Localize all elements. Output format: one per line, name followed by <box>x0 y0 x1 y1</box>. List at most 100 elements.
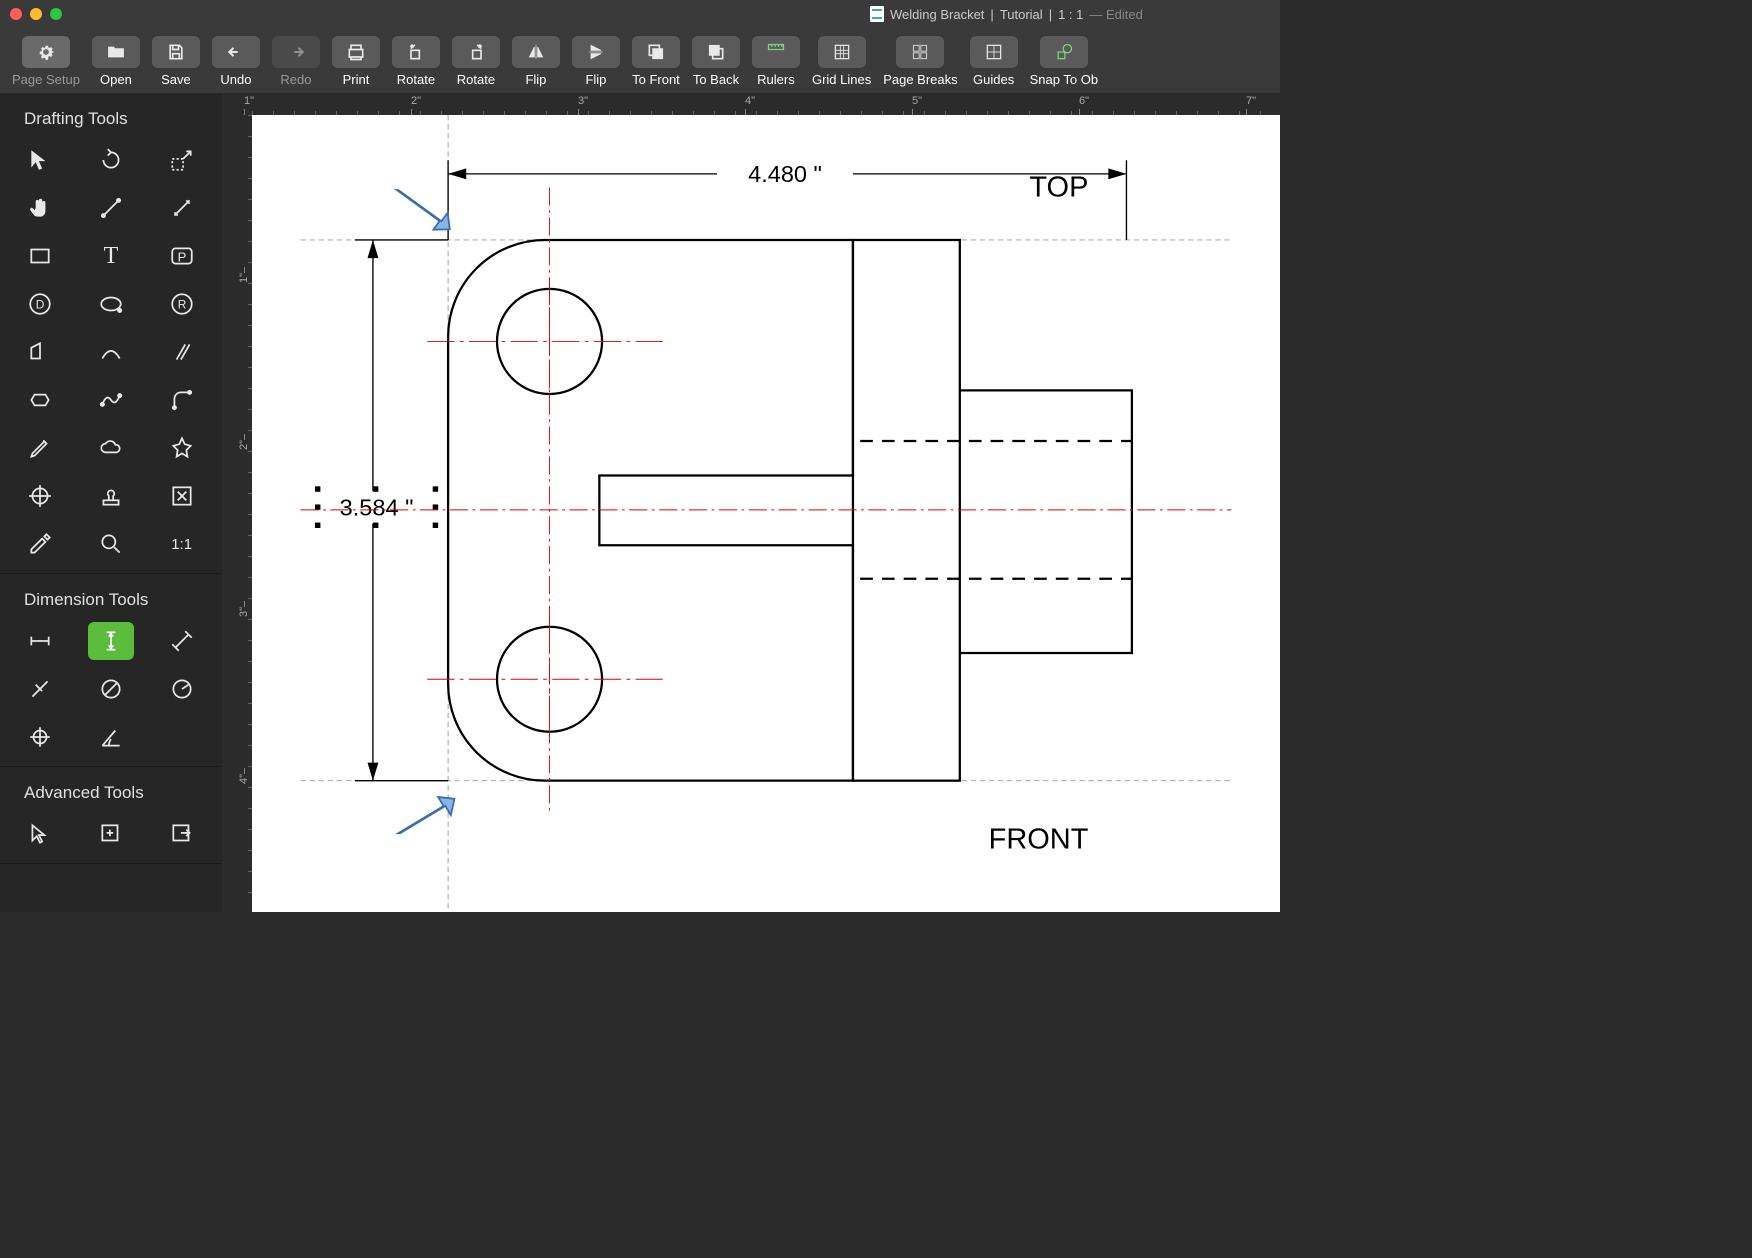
dim-angle-tool[interactable] <box>88 718 134 756</box>
dim-horizontal-tool[interactable] <box>17 622 63 660</box>
to-front-button[interactable] <box>632 36 680 68</box>
title-scale: 1 : 1 <box>1058 7 1083 22</box>
undo-label: Undo <box>220 72 251 87</box>
circle-d-tool[interactable]: D <box>17 285 63 323</box>
titlebar: Welding Bracket | Tutorial | 1 : 1 — Edi… <box>0 0 1280 28</box>
rotate-cw-label: Rotate <box>457 72 495 87</box>
panel-title-advanced: Advanced Tools <box>10 783 212 803</box>
pan-tool[interactable] <box>17 189 63 227</box>
toolbar: Page Setup Open Save Undo Redo Print Rotate Rot… <box>0 28 1280 93</box>
print-label: Print <box>343 72 370 87</box>
page-setup-button[interactable] <box>22 36 70 68</box>
snap-button[interactable] <box>1040 36 1088 68</box>
center-mark-tool[interactable] <box>17 477 63 515</box>
shape-tool[interactable] <box>17 333 63 371</box>
grid-lines-button[interactable] <box>818 36 866 68</box>
eyedropper-tool[interactable] <box>17 525 63 563</box>
delete-tool[interactable] <box>159 477 205 515</box>
dim-left-text[interactable]: 3.584 " <box>340 494 414 520</box>
rect-tool[interactable] <box>17 237 63 275</box>
redo-button[interactable] <box>272 36 320 68</box>
cloud-tool[interactable] <box>88 429 134 467</box>
star-tool[interactable] <box>159 429 205 467</box>
close-window-button[interactable] <box>10 8 22 20</box>
panel-dimension: Dimension Tools <box>0 574 222 767</box>
dim-center-tool[interactable] <box>17 718 63 756</box>
hex-tool[interactable] <box>17 381 63 419</box>
undo-button[interactable] <box>212 36 260 68</box>
guides-button[interactable] <box>970 36 1018 68</box>
ellipse-tool[interactable] <box>88 285 134 323</box>
stamp-tool[interactable] <box>88 477 134 515</box>
polygon-text-tool[interactable]: P <box>159 237 205 275</box>
rulers-label: Rulers <box>757 72 795 87</box>
canvas[interactable]: 4.480 " 3.584 " <box>252 115 1280 912</box>
flip-h-button[interactable] <box>512 36 560 68</box>
zoom-tool[interactable] <box>88 525 134 563</box>
print-button[interactable] <box>332 36 380 68</box>
view-label-top: TOP <box>1029 172 1088 204</box>
vertical-ruler[interactable]: 1"2"3"4" <box>222 115 252 912</box>
to-back-button[interactable] <box>692 36 740 68</box>
open-button[interactable] <box>92 36 140 68</box>
select-tool[interactable] <box>17 141 63 179</box>
dim-top-text: 4.480 " <box>748 161 822 187</box>
text-tool[interactable]: T <box>88 237 134 275</box>
polyline-tool[interactable] <box>159 189 205 227</box>
adv-export-tool[interactable] <box>159 815 205 853</box>
to-front-label: To Front <box>632 72 680 87</box>
dim-perp-tool[interactable] <box>17 670 63 708</box>
panel-drafting: Drafting Tools T P D R <box>0 93 222 574</box>
title-doc: Welding Bracket <box>890 7 984 22</box>
snap-label: Snap To Ob <box>1030 72 1098 87</box>
parallel-tool[interactable] <box>159 333 205 371</box>
dim-radius-tool[interactable] <box>159 670 205 708</box>
page-breaks-button[interactable] <box>896 36 944 68</box>
dim-vertical-tool[interactable] <box>88 622 134 660</box>
save-button[interactable] <box>152 36 200 68</box>
flip-v-label: Flip <box>585 72 606 87</box>
horizontal-ruler[interactable]: 1"2"3"4"5"6"7" <box>252 93 1280 115</box>
svg-text:P: P <box>177 249 186 264</box>
rotate-cw-button[interactable] <box>452 36 500 68</box>
adv-insert-tool[interactable] <box>88 815 134 853</box>
minimize-window-button[interactable] <box>30 8 42 20</box>
flip-h-label: Flip <box>525 72 546 87</box>
scale-display[interactable]: 1:1 <box>159 525 205 563</box>
save-label: Save <box>161 72 191 87</box>
drawing: 4.480 " 3.584 " <box>252 115 1280 912</box>
panel-title-dimension: Dimension Tools <box>10 590 212 610</box>
fillet-tool[interactable] <box>159 381 205 419</box>
panel-title-drafting: Drafting Tools <box>10 109 212 129</box>
dim-diameter-tool[interactable] <box>88 670 134 708</box>
flip-v-button[interactable] <box>572 36 620 68</box>
page-setup-label: Page Setup <box>12 72 80 87</box>
line-tool[interactable] <box>88 189 134 227</box>
rotate-ccw-button[interactable] <box>392 36 440 68</box>
canvas-area: 1"2"3"4"5"6"7" 1"2"3"4" 4.480 " <box>222 93 1280 912</box>
scale-tool[interactable] <box>159 141 205 179</box>
dim-aligned-tool[interactable] <box>159 622 205 660</box>
rotate-ccw-label: Rotate <box>397 72 435 87</box>
zoom-window-button[interactable] <box>50 8 62 20</box>
title-subtitle: Tutorial <box>1000 7 1043 22</box>
page-breaks-label: Page Breaks <box>883 72 957 87</box>
grid-lines-label: Grid Lines <box>812 72 871 87</box>
rotate-tool[interactable] <box>88 141 134 179</box>
window-controls <box>10 8 62 20</box>
view-label-front: FRONT <box>989 824 1089 856</box>
guides-label: Guides <box>973 72 1014 87</box>
adv-select-tool[interactable] <box>17 815 63 853</box>
panel-advanced: Advanced Tools <box>0 767 222 864</box>
circle-r-tool[interactable]: R <box>159 285 205 323</box>
to-back-label: To Back <box>693 72 739 87</box>
svg-text:D: D <box>36 297 45 311</box>
open-label: Open <box>100 72 132 87</box>
redo-label: Redo <box>280 72 311 87</box>
rulers-button[interactable] <box>752 36 800 68</box>
svg-text:R: R <box>177 297 186 311</box>
sidebar: Drafting Tools T P D R <box>0 93 222 912</box>
pencil-tool[interactable] <box>17 429 63 467</box>
spline-tool[interactable] <box>88 381 134 419</box>
arc-tool[interactable] <box>88 333 134 371</box>
